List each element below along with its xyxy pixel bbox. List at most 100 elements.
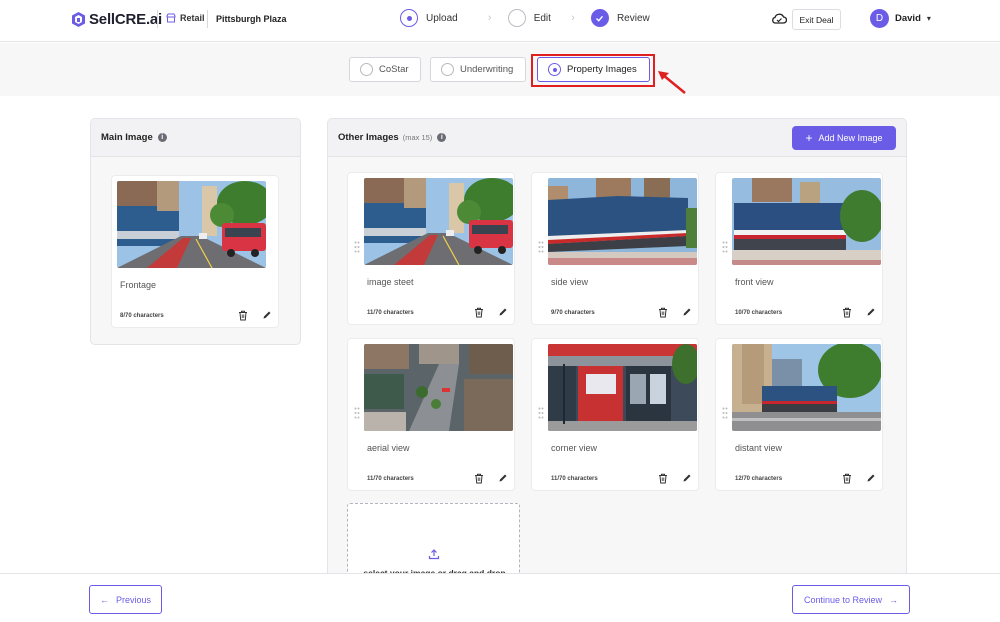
image-caption[interactable]: Frontage [120, 280, 156, 290]
image-card[interactable]: distant view 12/70 characters [715, 338, 883, 491]
trash-icon[interactable] [658, 307, 668, 318]
step-review[interactable]: Review [590, 9, 650, 27]
image-thumbnail[interactable] [548, 344, 697, 431]
exit-deal-button[interactable]: Exit Deal [792, 9, 841, 30]
trash-icon[interactable] [658, 473, 668, 484]
step-pending-icon [507, 9, 526, 27]
image-caption[interactable]: aerial view [367, 443, 410, 453]
drag-handle-icon[interactable] [538, 407, 544, 419]
chevron-right-icon: › [487, 12, 492, 24]
plus-icon: + [805, 131, 813, 145]
tab-label: Underwriting [460, 64, 514, 75]
image-thumbnail[interactable] [732, 178, 881, 265]
brand-name: SellCRE.ai [89, 11, 163, 28]
top-header: SellCRE.ai Retail Pittsburgh Plaza Uploa… [0, 0, 1000, 42]
radio-icon [441, 63, 454, 76]
image-thumbnail[interactable] [732, 344, 881, 431]
divider [207, 10, 208, 28]
pencil-icon[interactable] [682, 307, 692, 317]
panel-title: Other Images [338, 132, 399, 143]
pencil-icon[interactable] [498, 307, 508, 317]
avatar: D [870, 9, 889, 28]
step-edit[interactable]: Edit [507, 9, 551, 27]
step-label: Upload [426, 12, 458, 24]
arrow-right-icon: → [889, 594, 899, 605]
image-thumbnail[interactable] [364, 178, 513, 265]
pencil-icon[interactable] [682, 473, 692, 483]
drag-handle-icon[interactable] [722, 407, 728, 419]
trash-icon[interactable] [842, 473, 852, 484]
trash-icon[interactable] [238, 310, 248, 321]
step-label: Review [616, 12, 650, 24]
image-caption[interactable]: side view [551, 277, 588, 287]
annotation-highlight-box [531, 54, 655, 87]
image-thumbnail[interactable] [364, 344, 513, 431]
add-new-image-button[interactable]: + Add New Image [792, 126, 896, 150]
main-image-panel: Main Image i Frontage 8/70 characters [90, 118, 301, 345]
info-icon[interactable]: i [437, 133, 447, 142]
tab-underwriting[interactable]: Underwriting [430, 57, 526, 82]
image-card[interactable]: image steet 11/70 characters [347, 172, 515, 325]
image-card[interactable]: front view 10/70 characters [715, 172, 883, 325]
drag-handle-icon[interactable] [354, 407, 360, 419]
pencil-icon[interactable] [866, 473, 876, 483]
trash-icon[interactable] [474, 307, 484, 318]
image-caption[interactable]: corner view [551, 443, 597, 453]
character-count: 9/70 characters [551, 310, 595, 316]
radio-icon [360, 63, 373, 76]
pencil-icon[interactable] [262, 310, 272, 320]
property-type: Retail [166, 13, 205, 23]
max-images-note: (max 15) [402, 133, 433, 142]
store-icon [166, 13, 176, 23]
logo-icon [72, 12, 85, 27]
drag-handle-icon[interactable] [538, 241, 544, 253]
drag-handle-icon[interactable] [354, 241, 360, 253]
image-caption[interactable]: front view [735, 277, 774, 287]
image-card[interactable]: aerial view 11/70 characters [347, 338, 515, 491]
image-caption[interactable]: distant view [735, 443, 782, 453]
info-icon[interactable]: i [157, 133, 167, 142]
step-upload[interactable]: Upload [400, 9, 458, 27]
brand-logo[interactable]: SellCRE.ai [72, 11, 162, 28]
progress-steps: Upload › Edit › Review [400, 9, 650, 27]
upload-icon [428, 549, 440, 560]
add-new-image-label: Add New Image [818, 133, 883, 143]
tab-label: CoStar [379, 64, 409, 75]
image-caption[interactable]: image steet [367, 277, 414, 287]
character-count: 12/70 characters [735, 476, 783, 482]
trash-icon[interactable] [474, 473, 484, 484]
character-count: 8/70 characters [120, 313, 164, 319]
panel-title: Main Image [101, 132, 153, 143]
image-card[interactable]: corner view 11/70 characters [531, 338, 699, 491]
main-image-card[interactable]: Frontage 8/70 characters [111, 175, 279, 328]
annotation-arrow-icon [658, 71, 686, 94]
image-thumbnail[interactable] [117, 181, 266, 268]
pencil-icon[interactable] [866, 307, 876, 317]
property-type-label: Retail [180, 13, 205, 23]
check-icon [590, 9, 609, 27]
character-count: 11/70 characters [367, 310, 414, 316]
image-thumbnail[interactable] [548, 178, 697, 265]
character-count: 10/70 characters [735, 310, 783, 316]
cloud-sync-icon[interactable] [771, 12, 787, 26]
user-name: David [895, 13, 921, 24]
pencil-icon[interactable] [498, 473, 508, 483]
arrow-left-icon: ← [99, 594, 109, 605]
character-count: 11/70 characters [551, 476, 598, 482]
chevron-right-icon: › [571, 12, 575, 24]
source-tabs-bar: CoStar Underwriting Property Images [0, 43, 1000, 96]
footer-bar: ← Previous Continue to Review → [0, 573, 1000, 622]
character-count: 11/70 characters [367, 476, 414, 482]
previous-label: Previous [115, 594, 151, 605]
main-image-header: Main Image i [91, 119, 300, 157]
trash-icon[interactable] [842, 307, 852, 318]
tab-costar[interactable]: CoStar [349, 57, 421, 82]
continue-to-review-button[interactable]: Continue to Review → [792, 585, 910, 614]
previous-button[interactable]: ← Previous [89, 585, 162, 614]
upload-dropzone[interactable]: select your image or drag and drop [347, 503, 520, 578]
step-label: Edit [533, 12, 551, 24]
chevron-down-icon: ▾ [926, 14, 931, 23]
user-menu[interactable]: D David ▾ [870, 9, 931, 28]
drag-handle-icon[interactable] [722, 241, 728, 253]
image-card[interactable]: side view 9/70 characters [531, 172, 699, 325]
